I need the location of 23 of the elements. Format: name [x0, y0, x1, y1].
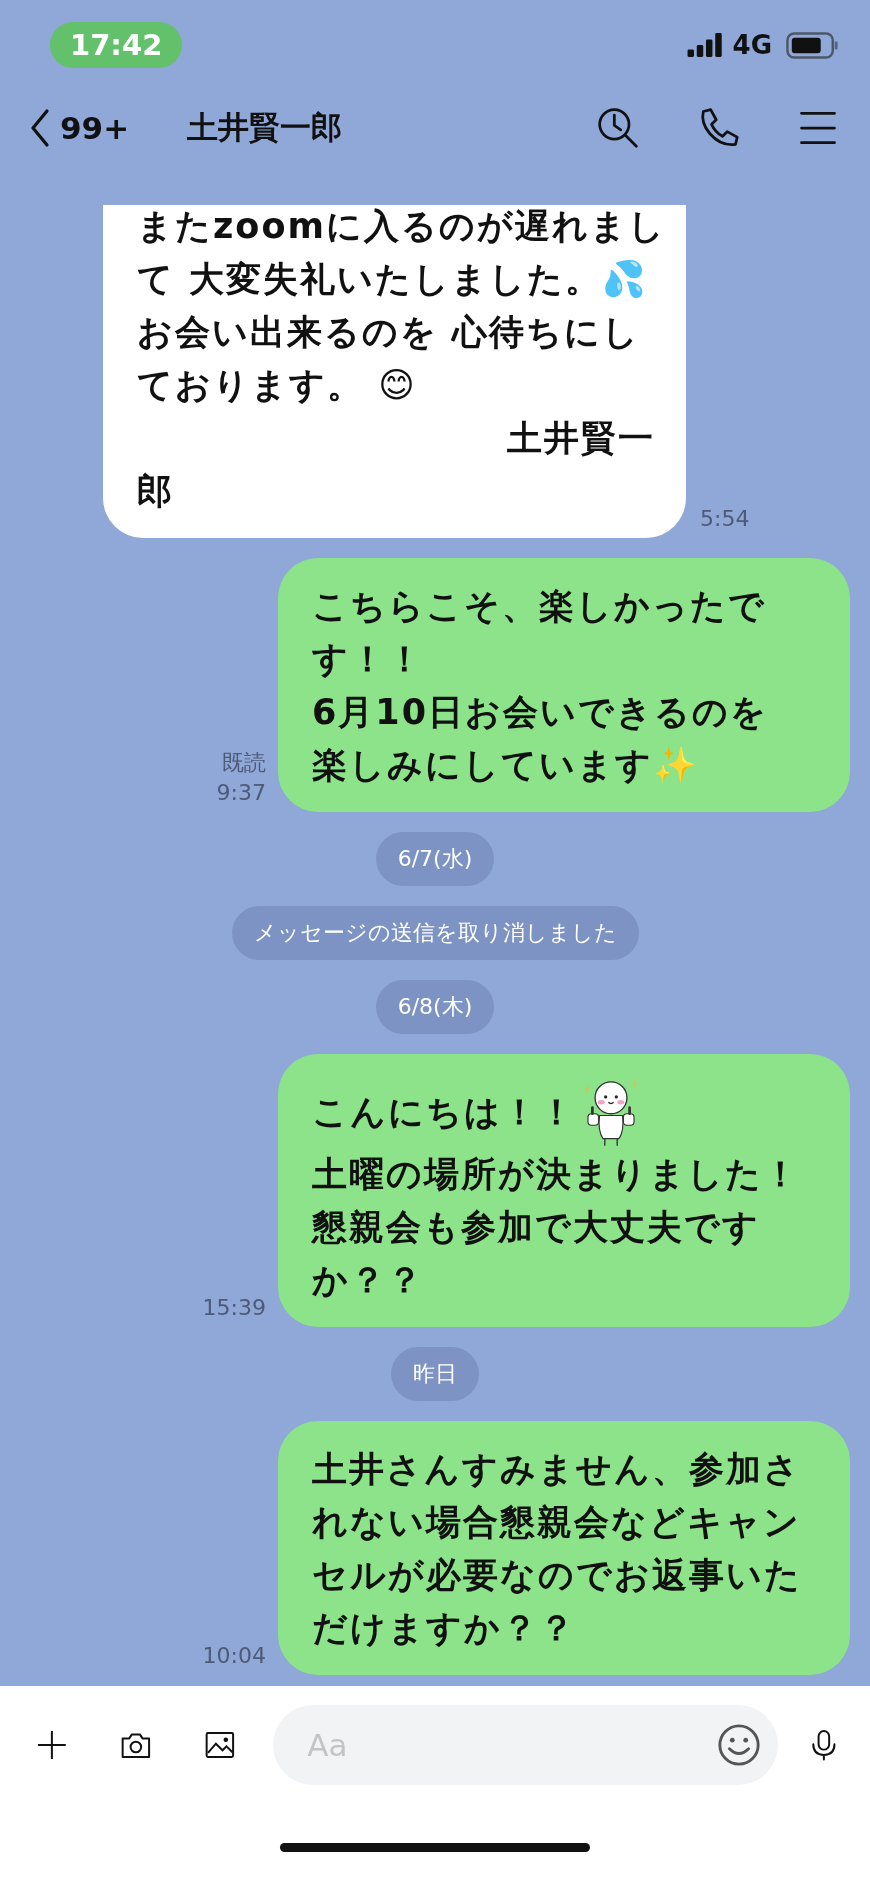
back-icon[interactable] — [30, 108, 50, 148]
message-time: 9:37 — [216, 779, 266, 807]
search-icon[interactable] — [596, 106, 640, 150]
message-text: こちらこそ、楽しかったです！！ 6月10日お会いできるのを楽しみにしています✨ — [312, 585, 770, 787]
battery-icon — [786, 31, 840, 59]
date-label: 6/8(木) — [375, 980, 495, 1034]
emoji-icon[interactable] — [716, 1722, 763, 1768]
read-receipt: 既読 — [222, 749, 266, 777]
message-time: 5:54 — [700, 505, 750, 533]
message-time: 10:04 — [202, 1642, 266, 1670]
message-text: 土曜の場所が決まりました！懇親会も参加で大丈夫ですか？？ — [312, 1153, 801, 1302]
message-time: 15:39 — [202, 1294, 266, 1322]
date-label: 6/7(水) — [375, 832, 495, 886]
message-text: こんにちは！！ — [312, 1090, 576, 1134]
back-button[interactable]: 99+ — [30, 108, 130, 148]
system-notice: メッセージの送信を取り消しました — [231, 906, 639, 960]
chat-title: 土井賢一郎 — [187, 108, 343, 147]
status-time: 17:42 — [50, 22, 183, 68]
signal-icon — [686, 33, 725, 57]
message-text: またzoomに入るのが遅れまして 大変失礼いたしました。💦 お会い出来るのを 心待ちにしております。 😊 土井賢一郎 — [137, 205, 667, 513]
network-label: 4G — [732, 30, 772, 60]
date-label: 昨日 — [391, 1347, 479, 1401]
message-text: 土井さんすみません、参加されない場合懇親会などキャンセルが必要なのでお返事いただけますか？？ — [312, 1448, 803, 1650]
